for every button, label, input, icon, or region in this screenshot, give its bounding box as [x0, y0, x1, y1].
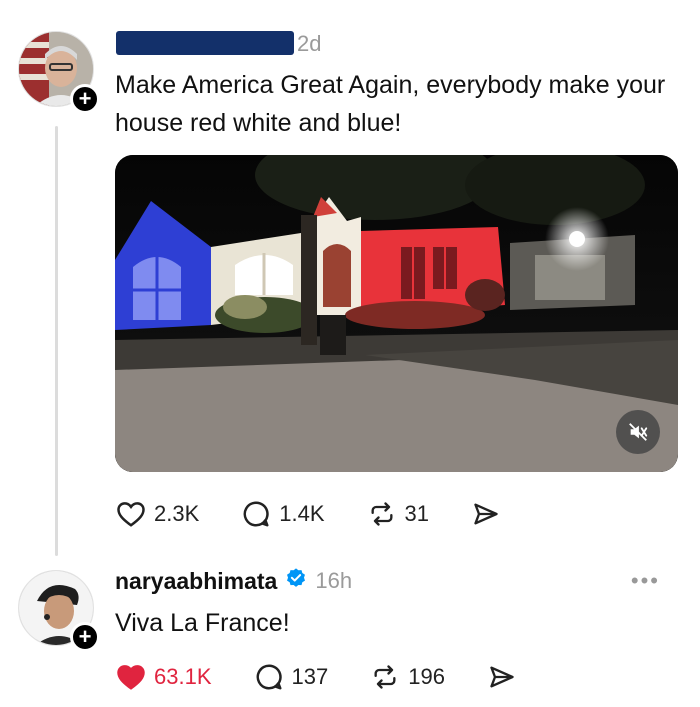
thread-connector-line: [55, 126, 58, 556]
reply-author-name[interactable]: naryaabhimata 16h: [115, 567, 352, 595]
reply-like-count: 63.1K: [154, 664, 212, 689]
post-video[interactable]: [115, 155, 678, 472]
comment-button[interactable]: 1.4K: [241, 499, 325, 529]
post-timestamp: 2d: [297, 31, 322, 56]
follow-author-button[interactable]: +: [70, 84, 100, 114]
reply-username: naryaabhimata: [115, 567, 278, 594]
house-photo: [115, 155, 678, 472]
reply-comment-button[interactable]: 137: [254, 662, 329, 692]
repost-icon: [374, 665, 396, 689]
post-text: Make America Great Again, everybody make…: [115, 71, 666, 137]
verified-badge-icon: [285, 567, 307, 595]
reply-comment-count: 137: [291, 664, 329, 689]
plus-icon: +: [78, 86, 92, 111]
mute-toggle[interactable]: [616, 410, 660, 454]
comment-bubble-icon: [256, 664, 282, 690]
heart-filled-icon: [117, 665, 145, 690]
follow-reply-author-button[interactable]: +: [70, 622, 100, 652]
plus-icon: +: [78, 624, 92, 649]
repost-button[interactable]: 31: [367, 500, 429, 528]
like-count: 2.3K: [154, 501, 200, 526]
speaker-muted-icon: [629, 423, 648, 441]
send-icon: [490, 666, 514, 688]
repost-icon: [371, 502, 393, 526]
reply-timestamp: 16h: [315, 568, 353, 593]
comment-bubble-icon: [243, 501, 269, 527]
reply-share-button[interactable]: [487, 663, 525, 691]
more-options-button[interactable]: •••: [631, 568, 660, 594]
repost-count: 31: [404, 501, 430, 526]
reply-like-button[interactable]: 63.1K: [116, 663, 212, 691]
send-icon: [474, 503, 498, 525]
like-button[interactable]: 2.3K: [116, 500, 199, 528]
reply-text: Viva La France!: [115, 609, 290, 637]
post-actions: 2.3K 1.4K 31: [116, 499, 551, 529]
reply-actions: 63.1K 137 196: [116, 662, 567, 692]
comment-count: 1.4K: [279, 501, 325, 526]
share-button[interactable]: [471, 500, 509, 528]
heart-icon: [117, 502, 145, 527]
reply-repost-button[interactable]: 196: [370, 663, 445, 691]
redacted-username: [116, 31, 294, 55]
reply-repost-count: 196: [408, 664, 445, 689]
